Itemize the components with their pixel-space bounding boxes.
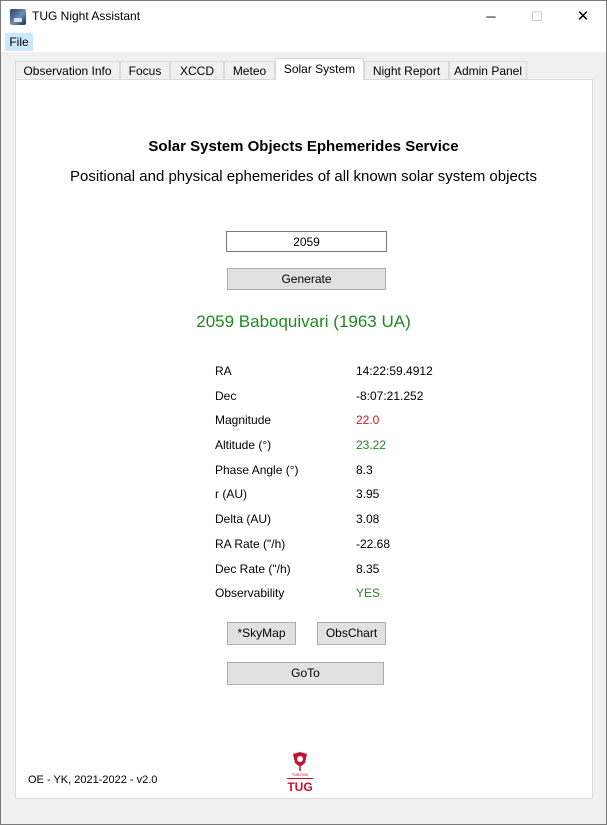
app-window: TUG Night Assistant ─ ☐ ✕ File Observati… [0,0,607,825]
ephemeris-label: Observability [215,586,285,600]
menu-file[interactable]: File [5,33,33,51]
goto-button[interactable]: GoTo [227,662,384,685]
ephemeris-row-dec-rate: Dec Rate ("/h) 8.35 [215,562,515,578]
service-subtitle: Positional and physical ephemerides of a… [70,168,537,185]
tubitak-tug-logo-icon: TÜBİTAK TUG [287,752,313,794]
ephemeris-value: 3.08 [356,512,380,526]
ephemeris-row-r: r (AU) 3.95 [215,487,515,503]
generate-button[interactable]: Generate [227,268,386,290]
ephemeris-row-altitude: Altitude (°) 23.22 [215,438,515,454]
tab-focus[interactable]: Focus [120,61,170,79]
ephemeris-value: 14:22:59.4912 [356,364,433,378]
ephemeris-row-observability: Observability YES [215,586,515,602]
app-telescope-icon [10,9,26,25]
service-title: Solar System Objects Ephemerides Service [148,138,459,155]
object-query-input[interactable] [226,231,387,252]
ephemeris-label: Phase Angle (°) [215,463,299,477]
object-name: 2059 Baboquivari (1963 UA) [196,312,411,331]
ephemeris-row-ra: RA 14:22:59.4912 [215,364,515,380]
ephemeris-label: Magnitude [215,413,272,427]
tab-xccd[interactable]: XCCD [170,61,224,79]
ephemeris-value: 22.0 [356,413,380,427]
ephemeris-label: Dec Rate ("/h) [215,562,291,576]
ephemeris-row-ra-rate: RA Rate ("/h) -22.68 [215,537,515,553]
ephemeris-value: 3.95 [356,487,380,501]
tab-meteo[interactable]: Meteo [224,61,275,79]
tab-solar-system[interactable]: Solar System [275,58,364,80]
skymap-button[interactable]: *SkyMap [227,622,296,645]
ephemeris-row-dec: Dec -8:07:21.252 [215,389,515,405]
ephemeris-label: Dec [215,389,237,403]
tab-observation-info[interactable]: Observation Info [15,61,120,79]
ephemeris-label: RA [215,364,232,378]
ephemeris-row-phase-angle: Phase Angle (°) 8.3 [215,463,515,479]
ephemeris-label: Delta (AU) [215,512,272,526]
logo-tug-text: TUG [287,780,312,794]
tab-night-report[interactable]: Night Report [364,61,449,79]
title-bar[interactable]: TUG Night Assistant ─ ☐ ✕ [1,1,606,32]
ephemeris-value: 8.35 [356,562,380,576]
ephemeris-row-magnitude: Magnitude 22.0 [215,413,515,429]
ephemeris-value: -22.68 [356,537,391,551]
window-title: TUG Night Assistant [32,9,141,23]
tab-admin-panel[interactable]: Admin Panel [449,61,527,79]
ephemeris-label: r (AU) [215,487,247,501]
ephemeris-value: YES [356,586,381,600]
ephemeris-value: -8:07:21.252 [356,389,424,403]
menu-bar: File [1,32,606,52]
ephemeris-row-delta: Delta (AU) 3.08 [215,512,515,528]
ephemeris-value: 23.22 [356,438,387,452]
footer-credits: OE - YK, 2021-2022 - v2.0 [28,774,158,786]
maximize-button[interactable]: ☐ [514,1,560,32]
ephemeris-label: RA Rate ("/h) [215,537,286,551]
minimize-button[interactable]: ─ [468,1,514,32]
logo-top-text: TÜBİTAK [292,772,309,777]
ephemeris-label: Altitude (°) [215,438,272,452]
ephemeris-value: 8.3 [356,463,373,477]
close-button[interactable]: ✕ [560,1,606,32]
obschart-button[interactable]: ObsChart [317,622,386,645]
